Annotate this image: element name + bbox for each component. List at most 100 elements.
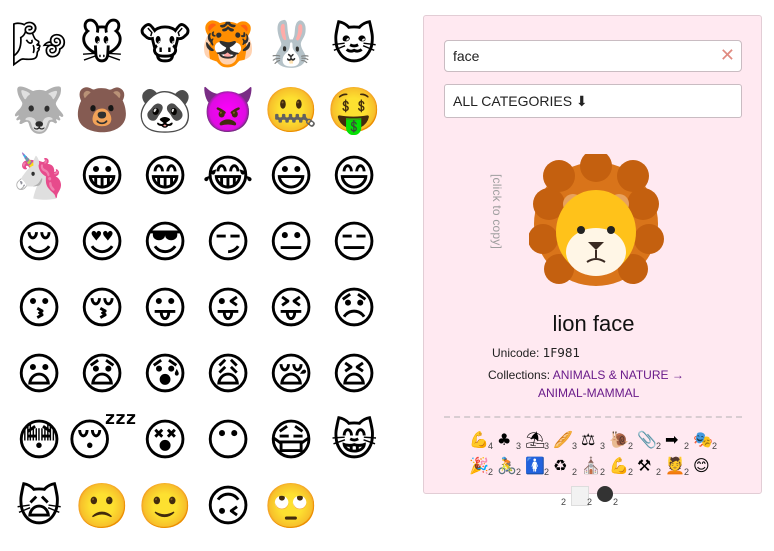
related-emoji-icon: 💆 xyxy=(665,456,685,475)
emoji-cell-anguished-face[interactable]: 😧 xyxy=(71,342,133,408)
emoji-cell-panda-face[interactable]: 🐼 xyxy=(134,78,196,144)
related-emoji-overflow-item[interactable]: 2 xyxy=(597,486,619,510)
emoji-cell-disappointed-face[interactable]: 😞 xyxy=(323,276,385,342)
selected-emoji-lion-icon[interactable] xyxy=(529,154,664,289)
emoji-cell-weary-cat-face[interactable]: 🙀 xyxy=(8,474,70,540)
emoji-cell-smiling-face-with-heart-eyes[interactable]: 😍 xyxy=(71,210,133,276)
emoji-name: lion face xyxy=(552,311,635,336)
emoji-cell-slightly-frowning-face[interactable]: 🙁 xyxy=(71,474,133,540)
emoji-cell-tiger-face[interactable]: 🐯 xyxy=(197,12,259,78)
related-emoji-count: 4 xyxy=(487,441,493,451)
emoji-cell-wind-blowing-face[interactable]: 🌬 xyxy=(8,12,70,78)
emoji-cell-imp[interactable]: 👿 xyxy=(197,78,259,144)
emoji-cell-unicorn-face[interactable]: 🦄 xyxy=(8,144,70,210)
emoji-cell-squinting-face-with-tongue[interactable]: 😝 xyxy=(260,276,322,342)
related-emoji-icon: ⚖ xyxy=(581,430,596,449)
related-emoji-count: 2 xyxy=(627,467,633,477)
emoji-cell-kissing-face-with-closed-eyes[interactable]: 😚 xyxy=(71,276,133,342)
related-emoji-count: 2 xyxy=(627,441,633,451)
emoji-cell-face-with-tears-of-joy[interactable]: 😂 xyxy=(197,144,259,210)
emoji-cell-grinning-face-with-smiling-eyes[interactable]: 😁 xyxy=(134,144,196,210)
emoji-cell-flushed-face[interactable]: 😳 xyxy=(8,408,70,474)
emoji-cell-neutral-face[interactable]: 😐 xyxy=(260,210,322,276)
related-emoji-icon: 📎 xyxy=(637,430,657,449)
emoji-grid: 🌬 🐭 🐮 🐯 🐰 🐱 🐺 🐻 🐼 👿 🤐 🤑 🦄 😀 😁 😂 😃 😄 😌 😍 😎 😏 😐 😑 😗 😚 😛 😜 😝 😞 😦 😧 😰 😩 😪 😫 😳 😴 😵 😶… xyxy=(8,12,388,540)
related-emoji-item[interactable]: 🎭 2 xyxy=(693,430,718,454)
emoji-cell-slightly-smiling-face[interactable]: 🙂 xyxy=(134,474,196,540)
related-emoji-item[interactable]: 💪 4 xyxy=(469,430,494,454)
unicode-value: 1F981 xyxy=(542,346,581,360)
related-emoji-item[interactable]: ♣ 3 xyxy=(497,430,522,454)
emoji-cell-expressionless-face[interactable]: 😑 xyxy=(323,210,385,276)
black-circle-icon xyxy=(597,486,613,502)
related-emoji-count: 2 xyxy=(683,441,689,451)
clear-search-icon[interactable]: ✕ xyxy=(720,45,735,66)
related-emoji-list: 💪 4 ♣ 3 ⛱ 3 🥖 3 ⚖ 3 🐌 2 📎 2 ➡ 2 🎭 2 🎉 2 🚴 2 🚺 2 ♻ 2 ⛪ 2 💪 2 ⚒ 2 💆 2 😊 xyxy=(469,430,729,480)
emoji-cell-face-with-medical-mask[interactable]: 😷 xyxy=(260,408,322,474)
emoji-cell-face-with-stuck-out-tongue[interactable]: 😛 xyxy=(134,276,196,342)
collections-row: Collections: ANIMALS & NATURE → ANIMAL-M… xyxy=(488,366,748,402)
related-emoji-item[interactable]: ⚖ 3 xyxy=(581,430,606,454)
emoji-cell-frowning-face-with-open-mouth[interactable]: 😦 xyxy=(8,342,70,408)
emoji-cell-face-with-rolling-eyes[interactable]: 🙄 xyxy=(260,474,322,540)
emoji-cell-smirking-face[interactable]: 😏 xyxy=(197,210,259,276)
emoji-cell-rabbit-face[interactable]: 🐰 xyxy=(260,12,322,78)
unicode-label: Unicode: xyxy=(492,346,540,360)
related-emoji-count: 2 xyxy=(711,441,717,451)
emoji-cell-kissing-face[interactable]: 😗 xyxy=(8,276,70,342)
related-emoji-icon: ➡ xyxy=(665,430,679,449)
collection-link-animal-mammal[interactable]: ANIMAL-MAMMAL xyxy=(488,384,748,402)
emoji-cell-cat-face[interactable]: 🐱 xyxy=(323,12,385,78)
related-emoji-item[interactable]: 🥖 3 xyxy=(553,430,578,454)
emoji-cell-cow-face[interactable]: 🐮 xyxy=(134,12,196,78)
collection-link-animals-nature[interactable]: ANIMALS & NATURE → xyxy=(553,368,684,382)
related-emoji-count: 2 xyxy=(560,497,566,507)
related-emoji-item[interactable]: ⚒ 2 xyxy=(637,456,662,480)
emoji-cell-smiling-face-with-sunglasses[interactable]: 😎 xyxy=(134,210,196,276)
emoji-cell-weary-face[interactable]: 😩 xyxy=(197,342,259,408)
related-emoji-item[interactable]: 💪 2 xyxy=(609,456,634,480)
emoji-cell-smiling-face-with-open-mouth[interactable]: 😃 xyxy=(260,144,322,210)
emoji-cell-grinning-cat-face[interactable]: 😸 xyxy=(323,408,385,474)
related-emoji-item[interactable]: ♻ 2 xyxy=(553,456,578,480)
emoji-cell-anxious-face-with-sweat[interactable]: 😰 xyxy=(134,342,196,408)
click-to-copy-hint[interactable]: [click to copy] xyxy=(484,174,504,258)
emoji-cell-tired-face[interactable]: 😫 xyxy=(323,342,385,408)
emoji-cell-zipper-mouth-face[interactable]: 🤐 xyxy=(260,78,322,144)
related-emoji-count: 2 xyxy=(655,467,661,477)
emoji-cell-wolf-face[interactable]: 🐺 xyxy=(8,78,70,144)
related-emoji-icon: 💪 xyxy=(469,430,489,449)
related-emoji-item[interactable]: ⛱ 3 xyxy=(525,430,550,454)
related-emoji-item[interactable]: 💆 2 xyxy=(665,456,690,480)
search-input[interactable] xyxy=(453,41,713,71)
related-emoji-overflow-item[interactable]: 2 xyxy=(571,486,593,510)
emoji-cell-sleeping-face[interactable]: 😴 xyxy=(67,408,138,474)
related-emoji-item[interactable]: ⛪ 2 xyxy=(581,456,606,480)
related-emoji-item[interactable]: 🚺 2 xyxy=(525,456,550,480)
related-emoji-icon: 🐌 xyxy=(609,430,629,449)
related-emoji-item[interactable]: 😊 xyxy=(693,456,718,480)
emoji-cell-face-without-mouth[interactable]: 😶 xyxy=(197,408,259,474)
emoji-detail-panel: ✕ ALL CATEGORIES ⬇ [click to copy] lion … xyxy=(423,15,762,494)
category-select[interactable]: ALL CATEGORIES ⬇ xyxy=(444,84,742,118)
emoji-cell-mouse-face[interactable]: 🐭 xyxy=(71,12,133,78)
emoji-cell-dizzy-face[interactable]: 😵 xyxy=(134,408,196,474)
related-emoji-count: 3 xyxy=(515,441,521,451)
emoji-cell-upside-down-face[interactable]: 🙃 xyxy=(197,474,259,540)
emoji-cell-bear-face[interactable]: 🐻 xyxy=(71,78,133,144)
related-emoji-item[interactable]: 🚴 2 xyxy=(497,456,522,480)
emoji-cell-relieved-face[interactable]: 😌 xyxy=(8,210,70,276)
emoji-cell-smiling-face-with-open-mouth-and-smiling-eyes[interactable]: 😄 xyxy=(323,144,385,210)
related-emoji-item[interactable]: ➡ 2 xyxy=(665,430,690,454)
related-emoji-item[interactable]: 📎 2 xyxy=(637,430,662,454)
related-emoji-count: 3 xyxy=(599,441,605,451)
emoji-cell-winking-face-with-stuck-out-tongue[interactable]: 😜 xyxy=(197,276,259,342)
related-emoji-item[interactable]: 🐌 2 xyxy=(609,430,634,454)
related-emoji-icon: ♻ xyxy=(553,456,568,475)
emoji-cell-grinning-face[interactable]: 😀 xyxy=(71,144,133,210)
related-emoji-item[interactable]: 🎉 2 xyxy=(469,456,494,480)
related-emoji-overflow-item[interactable]: 2 xyxy=(545,486,567,510)
emoji-cell-sleepy-face[interactable]: 😪 xyxy=(260,342,322,408)
emoji-cell-money-mouth-face[interactable]: 🤑 xyxy=(323,78,385,144)
related-emoji-icon: 🚺 xyxy=(525,456,545,475)
